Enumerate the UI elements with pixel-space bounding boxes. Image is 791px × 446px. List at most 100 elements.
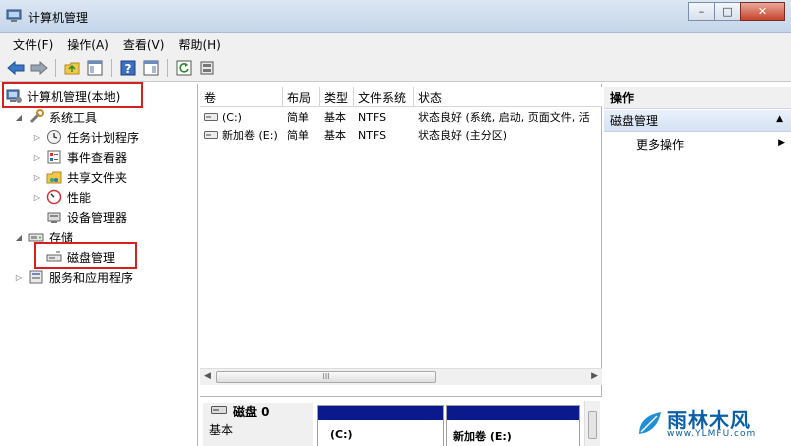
disk-settings-icon[interactable] — [197, 58, 217, 78]
close-button[interactable]: ✕ — [740, 2, 785, 21]
clock-icon — [46, 129, 62, 145]
column-header-layout[interactable]: 布局 — [283, 87, 320, 107]
tree-item-event-viewer[interactable]: ▷ 事件查看器 — [32, 147, 127, 167]
window-title: 计算机管理 — [28, 11, 89, 25]
volume-filesystem: NTFS — [358, 110, 387, 124]
disk-type: 基本 — [209, 423, 234, 437]
horizontal-scrollbar[interactable]: ◀ III ▶ — [200, 368, 602, 385]
volume-status: 状态良好 (主分区) — [418, 129, 508, 142]
back-icon[interactable] — [6, 58, 26, 78]
tree-item-shared-folders[interactable]: ▷ 共享文件夹 — [32, 167, 127, 187]
tree-label: 系统工具 — [49, 110, 98, 125]
menu-help[interactable]: 帮助(H) — [171, 36, 227, 53]
volume-block-c[interactable]: (C:) — [317, 405, 444, 446]
scroll-thumb[interactable]: III — [216, 371, 436, 383]
minimize-button[interactable]: – — [688, 2, 715, 21]
volume-name: (C:) — [222, 110, 242, 124]
menu-file[interactable]: 文件(F) — [6, 36, 60, 53]
vertical-scrollbar[interactable] — [584, 401, 600, 446]
disk-map: 磁盘 0 基本 (C:) 新加卷 (E:) — [200, 396, 602, 446]
scroll-thumb-vertical[interactable] — [588, 411, 597, 439]
toolbar-separator — [55, 59, 56, 77]
tree-item-task-scheduler[interactable]: ▷ 任务计划程序 — [32, 127, 139, 147]
more-actions-label: 更多操作 — [636, 137, 685, 152]
help-icon[interactable]: ? — [118, 58, 138, 78]
volume-strip — [447, 406, 579, 420]
menu-view[interactable]: 查看(V) — [116, 36, 172, 53]
collapsed-arrow-icon[interactable]: ▷ — [32, 173, 42, 182]
volume-layout: 简单 — [287, 129, 309, 142]
collapsed-arrow-icon[interactable]: ▷ — [32, 153, 42, 162]
expanded-arrow-icon[interactable]: ◢ — [14, 233, 24, 242]
tree-label: 任务计划程序 — [67, 130, 140, 145]
event-viewer-icon — [46, 149, 62, 165]
disk-icon — [211, 406, 227, 414]
svg-text:?: ? — [125, 62, 132, 76]
volume-status: 状态良好 (系统, 启动, 页面文件, 活 — [418, 111, 590, 124]
volume-filesystem: NTFS — [358, 128, 387, 142]
tools-icon — [28, 109, 44, 125]
forward-icon[interactable] — [29, 58, 49, 78]
tree-item-performance[interactable]: ▷ 性能 — [32, 187, 91, 207]
menu-bar: 文件(F) 操作(A) 查看(V) 帮助(H) — [0, 33, 791, 55]
refresh-icon[interactable] — [174, 58, 194, 78]
volume-type: 基本 — [324, 129, 346, 142]
actions-section-disk-management[interactable]: 磁盘管理 ▲ — [604, 110, 791, 132]
drive-icon — [204, 113, 218, 121]
more-actions-item[interactable]: 更多操作 ▶ — [604, 134, 791, 154]
shared-folder-icon — [46, 169, 62, 185]
properties-pane-icon[interactable] — [141, 58, 161, 78]
volume-block-label: 新加卷 (E:) — [453, 430, 512, 443]
collapsed-arrow-icon[interactable]: ▷ — [14, 273, 24, 282]
maximize-button[interactable]: □ — [714, 2, 741, 21]
disk-label[interactable]: 磁盘 0 基本 — [203, 403, 313, 446]
volume-type: 基本 — [324, 111, 346, 124]
toolbar-separator — [111, 59, 112, 77]
navigation-tree: 计算机管理(本地) ◢ 系统工具 ▷ 任务计划程序 ▷ 事件查看器 ▷ 共享文件… — [0, 82, 198, 446]
table-row[interactable]: 新加卷 (E:) 简单 基本 NTFS 状态良好 (主分区) — [200, 126, 600, 144]
volume-list-pane: 卷 布局 类型 文件系统 状态 (C:) 简单 基本 NTFS 状态良好 (系统… — [200, 84, 602, 446]
column-header-type[interactable]: 类型 — [320, 87, 354, 107]
volume-layout: 简单 — [287, 111, 309, 124]
device-manager-icon — [46, 209, 62, 225]
column-header-volume[interactable]: 卷 — [200, 87, 283, 107]
tree-item-system-tools[interactable]: ◢ 系统工具 — [14, 107, 97, 127]
computer-management-icon — [6, 9, 22, 22]
table-row[interactable]: (C:) 简单 基本 NTFS 状态良好 (系统, 启动, 页面文件, 活 — [200, 108, 600, 126]
tree-label: 性能 — [67, 190, 92, 205]
expanded-arrow-icon[interactable]: ◢ — [14, 113, 24, 122]
show-hide-tree-icon[interactable] — [85, 58, 105, 78]
tree-item-device-manager[interactable]: 设备管理器 — [46, 207, 127, 227]
scroll-right-icon[interactable]: ▶ — [591, 371, 598, 381]
tree-label: 设备管理器 — [67, 210, 128, 225]
collapsed-arrow-icon[interactable]: ▷ — [32, 133, 42, 142]
tree-label: 事件查看器 — [67, 150, 128, 165]
column-header-status[interactable]: 状态 — [414, 87, 602, 107]
drive-icon — [204, 131, 218, 139]
tree-label: 服务和应用程序 — [49, 270, 134, 285]
services-icon — [28, 269, 44, 285]
tree-item-services-apps[interactable]: ▷ 服务和应用程序 — [14, 267, 133, 287]
volume-strip — [318, 406, 443, 420]
collapsed-arrow-icon[interactable]: ▷ — [32, 193, 42, 202]
watermark-url: www.YLMFU.com — [667, 429, 757, 439]
highlight-box — [2, 82, 143, 108]
performance-icon — [46, 189, 62, 205]
up-folder-icon[interactable] — [62, 58, 82, 78]
tree-label: 共享文件夹 — [67, 170, 128, 185]
watermark-leaf-icon — [639, 412, 661, 434]
submenu-arrow-icon: ▶ — [778, 138, 785, 148]
volume-list-header: 卷 布局 类型 文件系统 状态 — [200, 87, 602, 107]
scroll-left-icon[interactable]: ◀ — [204, 371, 211, 381]
volume-block-label: (C:) — [330, 428, 353, 441]
actions-section-label: 磁盘管理 — [610, 114, 659, 128]
watermark-logo: 雨林木风 www.YLMFU.com — [635, 402, 785, 444]
volume-block-e[interactable]: 新加卷 (E:) — [446, 405, 580, 446]
toolbar: ? — [0, 55, 791, 82]
column-header-filesystem[interactable]: 文件系统 — [354, 87, 414, 107]
volume-name: 新加卷 (E:) — [222, 129, 278, 142]
actions-pane: 操作 磁盘管理 ▲ 更多操作 ▶ — [604, 84, 791, 446]
menu-action[interactable]: 操作(A) — [60, 36, 116, 53]
collapse-up-icon[interactable]: ▲ — [776, 114, 783, 124]
toolbar-separator — [167, 59, 168, 77]
